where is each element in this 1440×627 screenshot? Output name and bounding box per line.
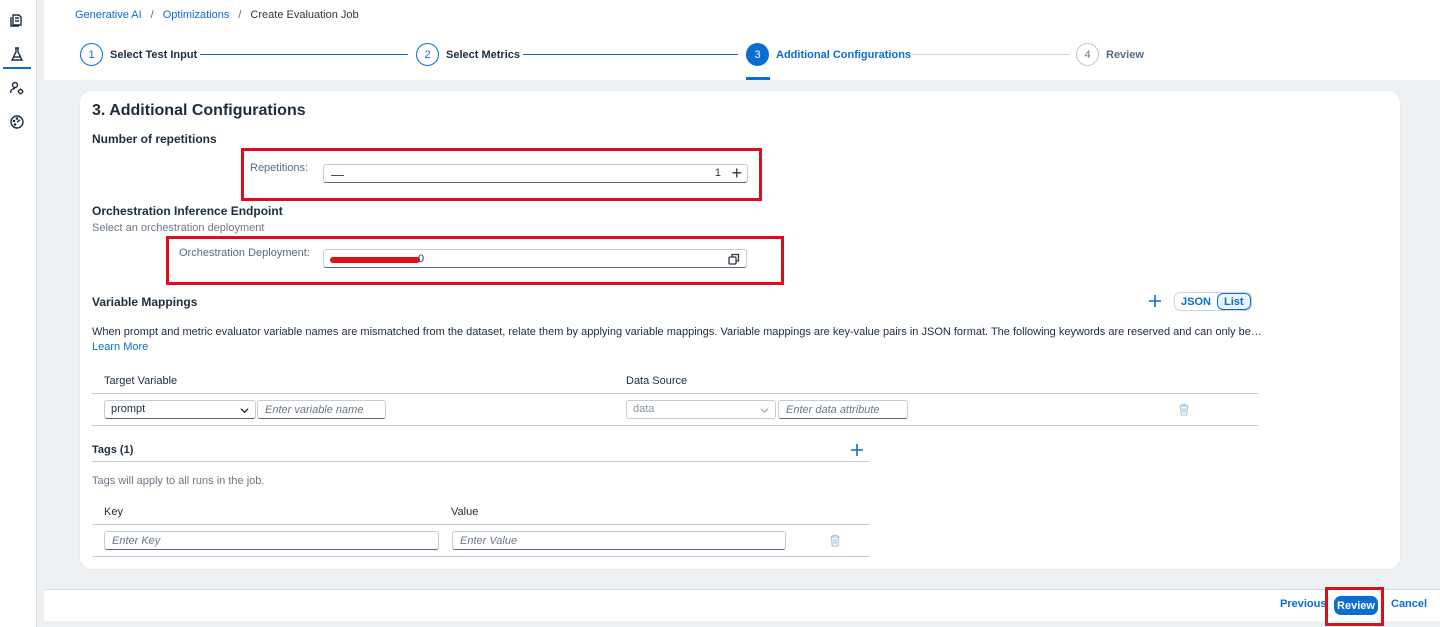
data-attribute-input[interactable]: Enter data attribute — [778, 400, 908, 419]
orchestration-heading: Orchestration Inference Endpoint — [92, 204, 283, 218]
chevron-down-icon — [760, 408, 769, 414]
step-number: 2 — [416, 43, 439, 66]
table-divider — [92, 556, 869, 557]
add-tag-icon[interactable] — [850, 443, 864, 457]
table-divider — [92, 524, 869, 525]
footer-toolbar: Previous Review Cancel — [44, 589, 1440, 621]
column-header-value: Value — [451, 506, 479, 518]
view-toggle: JSON List — [1174, 292, 1252, 311]
breadcrumb-separator: / — [238, 9, 242, 21]
wizard-connector — [912, 54, 1070, 55]
previous-button[interactable]: Previous — [1280, 598, 1326, 610]
breadcrumb: Generative AI / Optimizations / Create E… — [75, 9, 359, 21]
left-navigation — [0, 0, 37, 627]
gauge-icon — [9, 115, 24, 129]
step-number: 4 — [1076, 43, 1099, 66]
section-title: 3. Additional Configurations — [92, 102, 306, 119]
highlight-review-button — [1325, 587, 1384, 626]
step-number: 3 — [746, 43, 769, 66]
wizard-step-3[interactable]: 3 Additional Configurations — [746, 43, 911, 66]
nav-item-resources[interactable] — [3, 8, 30, 32]
orchestration-hint: Select an orchestration deployment — [92, 222, 265, 234]
cube-stack-icon — [9, 14, 22, 27]
breadcrumb-current: Create Evaluation Job — [250, 9, 359, 21]
wizard-step-2[interactable]: 2 Select Metrics — [416, 43, 520, 66]
delete-mapping-icon[interactable] — [1178, 403, 1190, 416]
selected-value: prompt — [111, 403, 146, 415]
table-divider — [92, 393, 1258, 394]
highlight-orchestration-deployment — [166, 236, 784, 285]
variable-mappings-description: When prompt and metric evaluator variabl… — [92, 326, 1262, 338]
current-step-indicator — [746, 77, 770, 80]
table-divider — [92, 425, 1258, 426]
step-number: 1 — [80, 43, 103, 66]
column-header-target-variable: Target Variable — [104, 375, 178, 387]
wizard-connector — [200, 54, 408, 55]
wizard-step-1[interactable]: 1 Select Test Input — [80, 43, 197, 66]
tag-key-input[interactable]: Enter Key — [104, 531, 439, 550]
step-label: Select Metrics — [446, 48, 520, 61]
nav-item-evaluations[interactable] — [3, 42, 31, 69]
breadcrumb-link-generative-ai[interactable]: Generative AI — [75, 9, 142, 21]
tags-heading: Tags (1) — [92, 444, 134, 456]
nav-item-dashboard[interactable] — [3, 110, 30, 134]
wizard-step-4[interactable]: 4 Review — [1076, 43, 1144, 66]
column-header-key: Key — [104, 506, 123, 518]
json-view-button[interactable]: JSON — [1175, 293, 1217, 310]
add-mapping-icon[interactable] — [1148, 294, 1162, 308]
header: Generative AI / Optimizations / Create E… — [44, 0, 1440, 80]
highlight-repetitions — [241, 148, 762, 201]
repetitions-heading: Number of repetitions — [92, 132, 217, 146]
data-source-select[interactable]: data — [626, 400, 776, 419]
tags-hint: Tags will apply to all runs in the job. — [92, 475, 265, 487]
step-label: Additional Configurations — [776, 48, 912, 61]
breadcrumb-separator: / — [150, 9, 154, 21]
column-header-data-source: Data Source — [626, 375, 688, 387]
step-label: Select Test Input — [110, 48, 198, 61]
list-view-button[interactable]: List — [1216, 293, 1251, 310]
step-label: Review — [1106, 48, 1144, 61]
chevron-down-icon — [240, 408, 249, 414]
tag-value-input[interactable]: Enter Value — [452, 531, 786, 550]
flask-icon — [10, 47, 23, 61]
tags-divider — [92, 461, 869, 462]
target-variable-select[interactable]: prompt — [104, 400, 256, 419]
wizard-connector — [523, 54, 738, 55]
cancel-button[interactable]: Cancel — [1391, 598, 1427, 610]
breadcrumb-link-optimizations[interactable]: Optimizations — [163, 9, 230, 21]
variable-mappings-heading: Variable Mappings — [92, 295, 198, 309]
delete-tag-icon[interactable] — [829, 534, 841, 547]
nav-item-users[interactable] — [3, 76, 30, 100]
selected-value: data — [633, 403, 655, 415]
learn-more-link[interactable]: Learn More — [92, 341, 148, 353]
user-settings-icon — [9, 81, 23, 95]
variable-name-input[interactable]: Enter variable name — [257, 400, 386, 419]
